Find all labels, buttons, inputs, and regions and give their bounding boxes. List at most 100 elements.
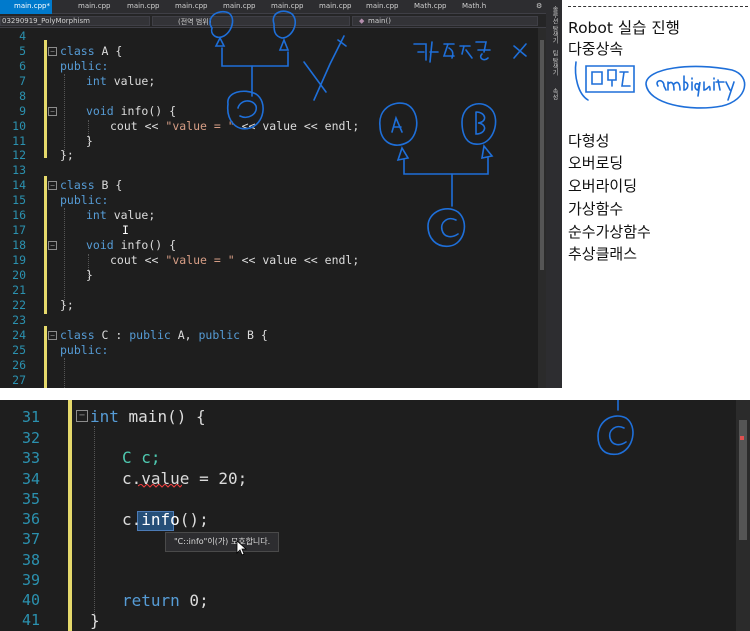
line-number: 32 <box>21 429 40 447</box>
document-tab-bar: main.cpp* main.cpp main.cpp main.cpp mai… <box>0 0 562 14</box>
line-number: 35 <box>21 490 40 508</box>
notes-title: Robot 실습 진행 <box>568 19 680 37</box>
line-number: 23 <box>12 313 26 327</box>
code-line[interactable]: } <box>90 611 100 630</box>
notes-topic: 오버로딩 <box>568 154 624 172</box>
tab-math-h[interactable]: Math.h <box>462 2 486 10</box>
notes-divider <box>568 6 748 7</box>
tab-main-cpp[interactable]: main.cpp <box>175 2 207 10</box>
change-bar <box>44 176 47 314</box>
collapse-toggle[interactable]: − <box>76 410 88 422</box>
bottom-code-editor[interactable]: 31 32 33 34 35 36 37 38 39 40 41 − int m… <box>0 400 750 631</box>
tab-main-cpp[interactable]: main.cpp <box>223 2 255 10</box>
collapse-toggle[interactable]: − <box>48 181 57 190</box>
indent-guide <box>64 208 65 304</box>
code-line[interactable]: public: <box>60 59 108 73</box>
line-number: 9 <box>19 104 26 118</box>
line-number: 36 <box>21 510 40 528</box>
code-line[interactable]: public: <box>60 193 108 207</box>
rail-properties[interactable]: 속성 <box>550 88 559 100</box>
code-line[interactable]: cout << "value = " << value << endl; <box>110 253 359 267</box>
line-number: 39 <box>21 571 40 589</box>
line-number: 12 <box>12 148 26 162</box>
tab-main-cpp[interactable]: main.cpp <box>271 2 303 10</box>
code-line[interactable]: void info() { <box>86 238 176 252</box>
line-number: 37 <box>21 530 40 548</box>
indent-guide <box>64 358 65 388</box>
rail-solution-explorer[interactable]: 솔루션 탐색기 <box>550 6 559 44</box>
rail-team-explorer[interactable]: 팀 탐색기 <box>550 50 559 76</box>
code-line[interactable]: class C : public A, public B { <box>60 328 268 342</box>
code-line[interactable]: return 0; <box>122 591 209 610</box>
code-line[interactable]: cout << "value = " << value << endl; <box>110 119 359 133</box>
code-line[interactable]: }; <box>60 298 74 312</box>
line-number: 25 <box>12 343 26 357</box>
line-number: 10 <box>12 119 26 133</box>
collapse-toggle[interactable]: − <box>48 241 57 250</box>
line-number: 21 <box>12 283 26 297</box>
line-number: 19 <box>12 253 26 267</box>
function-name: main() <box>368 17 391 25</box>
code-line[interactable]: class A { <box>60 44 122 58</box>
line-number: 7 <box>19 74 26 88</box>
line-number: 4 <box>19 29 26 43</box>
code-line[interactable]: int value; <box>86 74 155 88</box>
line-number: 41 <box>21 611 40 629</box>
code-line[interactable]: } <box>86 268 93 282</box>
pen-annotation-node-c <box>597 400 634 456</box>
line-number: 40 <box>21 591 40 609</box>
line-number: 16 <box>12 208 26 222</box>
line-number: 11 <box>12 134 26 148</box>
notes-topic: 가상함수 <box>568 200 624 218</box>
tab-main-cpp[interactable]: main.cpp <box>319 2 351 10</box>
line-number: 24 <box>12 328 26 342</box>
line-number: 38 <box>21 551 40 569</box>
text-cursor: I <box>122 223 129 237</box>
line-number: 17 <box>12 223 26 237</box>
code-line[interactable]: void info() { <box>86 104 176 118</box>
tab-main-cpp[interactable]: main.cpp <box>78 2 110 10</box>
notes-line: 다중상속 <box>568 40 624 58</box>
top-code-editor[interactable]: main.cpp* main.cpp main.cpp main.cpp mai… <box>0 0 562 388</box>
tab-main-cpp[interactable]: main.cpp <box>127 2 159 10</box>
tab-main-cpp[interactable]: main.cpp <box>366 2 398 10</box>
line-number: 18 <box>12 238 26 252</box>
code-line[interactable]: c.info(); <box>122 510 209 529</box>
collapse-toggle[interactable]: − <box>48 331 57 340</box>
notes-topic: 순수가상함수 <box>568 223 651 241</box>
code-line[interactable]: class B { <box>60 178 122 192</box>
navigation-bar: 03290919_PolyMorphism (전역 범위) ◆ main() <box>0 14 562 28</box>
line-number: 6 <box>19 59 26 73</box>
notes-topic: 오버라이딩 <box>568 177 638 195</box>
indent-guide <box>64 74 65 154</box>
collapse-toggle[interactable]: − <box>48 107 57 116</box>
scope-name: (전역 범위) <box>178 18 212 26</box>
code-line[interactable]: } <box>86 134 93 148</box>
indent-guide <box>94 426 95 622</box>
notes-topic: 추상클래스 <box>568 245 638 263</box>
line-number: 20 <box>12 268 26 282</box>
scrollbar-thumb[interactable] <box>540 40 544 270</box>
line-number: 22 <box>12 298 26 312</box>
line-number: 8 <box>19 89 26 103</box>
line-number: 31 <box>21 408 40 426</box>
line-number: 33 <box>21 449 40 467</box>
line-number: 27 <box>12 373 26 387</box>
tab-settings-icon[interactable]: ⚙ <box>536 2 542 10</box>
line-number: 15 <box>12 193 26 207</box>
error-tooltip: "C::info"이(가) 모호합니다. <box>165 532 280 552</box>
tab-main-cpp-modified[interactable]: main.cpp* <box>14 2 50 10</box>
function-icon: ◆ <box>359 17 365 25</box>
code-line[interactable]: int value; <box>86 208 155 222</box>
code-line[interactable]: public: <box>60 343 108 357</box>
code-line[interactable]: }; <box>60 148 74 162</box>
tab-math-cpp[interactable]: Math.cpp <box>414 2 446 10</box>
code-line[interactable]: C c; <box>122 448 161 467</box>
project-name: 03290919_PolyMorphism <box>2 17 90 25</box>
code-line[interactable]: int main() { <box>90 407 206 426</box>
change-bar <box>44 326 47 388</box>
change-bar <box>68 400 72 631</box>
notes-topic: 다형성 <box>568 132 610 150</box>
error-marker <box>740 436 744 440</box>
collapse-toggle[interactable]: − <box>48 47 57 56</box>
